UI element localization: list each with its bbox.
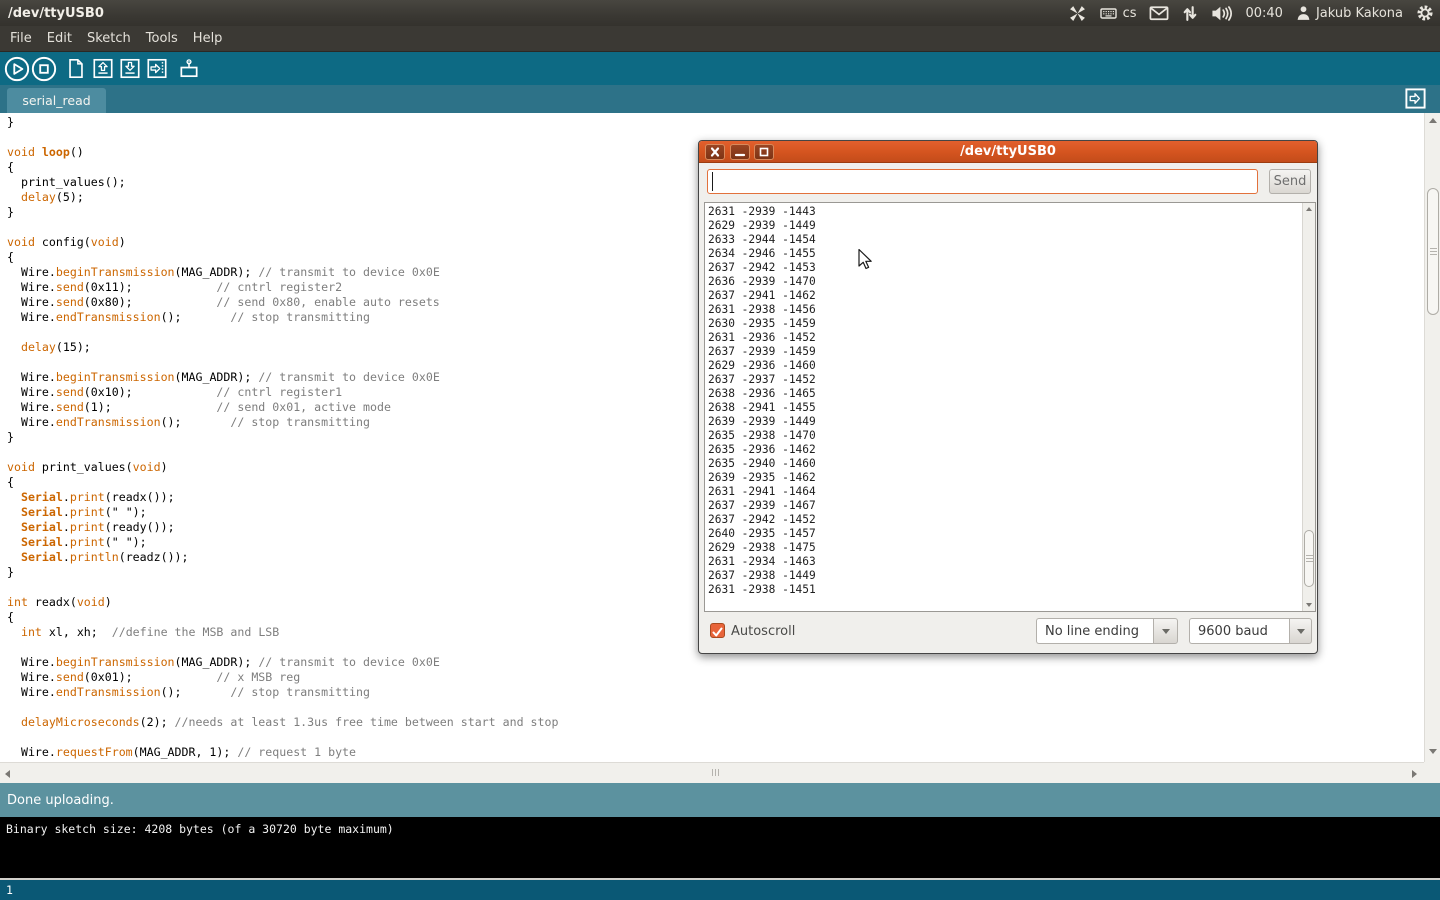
tab-label: serial_read: [22, 93, 90, 108]
arduino-ide-screen: /dev/ttyUSB0 cs: [0, 0, 1440, 900]
serial-scroll-thumb[interactable]: [1304, 530, 1314, 587]
close-button[interactable]: [705, 144, 725, 160]
mouse-cursor: [858, 249, 874, 274]
upload-button[interactable]: [146, 57, 168, 80]
serial-send-input[interactable]: [707, 169, 1258, 194]
sound-menu[interactable]: [1211, 5, 1232, 22]
chevron-down-icon: [1297, 629, 1305, 634]
scroll-down-icon[interactable]: [1429, 749, 1437, 754]
mail-icon: [1149, 5, 1169, 21]
volume-icon: [1211, 5, 1232, 22]
new-file-icon: [65, 57, 87, 80]
username: Jakub Kakona: [1316, 6, 1403, 21]
clock: 00:40: [1245, 6, 1282, 21]
serial-scroll-down-icon[interactable]: [1306, 603, 1312, 607]
scroll-left-icon[interactable]: [5, 770, 10, 778]
close-icon: [708, 146, 722, 158]
line-number-strip: 1: [0, 878, 1440, 900]
upload-right-arrow-icon: [146, 57, 168, 80]
scrollbar-corner: [1424, 762, 1440, 783]
serial-monitor-window: /dev/ttyUSB0 Send 2631 -2939 -14432629: [698, 140, 1318, 654]
menu-bar: File Edit Sketch Tools Help: [0, 26, 1440, 52]
save-sketch-button[interactable]: [119, 57, 141, 80]
user-icon: [1296, 5, 1311, 21]
chevron-down-icon: [1162, 629, 1170, 634]
sync-arrows-icon: [1182, 5, 1198, 22]
tab-menu-button[interactable]: [1404, 87, 1427, 110]
editor-vertical-scrollbar[interactable]: [1424, 113, 1440, 762]
menu-file[interactable]: File: [10, 31, 32, 46]
minimize-button[interactable]: [730, 144, 750, 160]
keyboard-icon: [1099, 5, 1118, 21]
save-down-arrow-icon: [119, 57, 141, 80]
build-console: Binary sketch size: 4208 bytes (of a 307…: [0, 817, 1440, 878]
send-button[interactable]: Send: [1269, 169, 1311, 194]
autoscroll-checkbox[interactable]: [710, 623, 725, 638]
scroll-right-icon[interactable]: [1412, 770, 1417, 778]
stop-button[interactable]: [31, 56, 57, 82]
line-number: 1: [6, 883, 13, 897]
menu-sketch[interactable]: Sketch: [87, 31, 131, 46]
serial-monitor-title: /dev/ttyUSB0: [699, 144, 1317, 159]
line-ending-value: No line ending: [1036, 618, 1153, 644]
clock-indicator[interactable]: 00:40: [1245, 6, 1282, 21]
serial-output-lines: 2631 -2939 -14432629 -2939 -14492633 -29…: [708, 205, 816, 597]
horizontal-scroll-thumb[interactable]: [712, 769, 721, 776]
user-menu[interactable]: Jakub Kakona: [1296, 5, 1403, 21]
serial-scrollbar[interactable]: [1302, 203, 1315, 611]
tab-arrow-icon: [1404, 87, 1427, 110]
new-sketch-button[interactable]: [65, 57, 87, 80]
maximize-button[interactable]: [754, 144, 774, 160]
session-menu[interactable]: [1416, 4, 1434, 22]
serial-monitor-button[interactable]: [177, 57, 201, 80]
text-caret: [712, 172, 713, 191]
autoscroll-label: Autoscroll: [731, 624, 795, 639]
stop-square-icon: [31, 56, 57, 82]
open-sketch-button[interactable]: [92, 57, 114, 80]
status-message: Done uploading.: [7, 793, 114, 808]
baud-rate-arrow-button[interactable]: [1289, 618, 1312, 644]
system-tray: cs: [1069, 0, 1434, 26]
editor-horizontal-scrollbar[interactable]: [0, 762, 1424, 783]
serial-output-area[interactable]: 2631 -2939 -14432629 -2939 -14492633 -29…: [704, 202, 1316, 612]
minimize-icon: [733, 146, 747, 158]
line-ending-dropdown[interactable]: No line ending: [1036, 618, 1178, 644]
menu-help[interactable]: Help: [193, 31, 223, 46]
baud-rate-dropdown[interactable]: 9600 baud: [1189, 618, 1312, 644]
open-up-arrow-icon: [92, 57, 114, 80]
menu-tools[interactable]: Tools: [146, 31, 178, 46]
tab-serial-read[interactable]: serial_read: [7, 88, 106, 113]
window-title: /dev/ttyUSB0: [8, 6, 104, 21]
tab-bar: serial_read: [0, 85, 1440, 113]
line-ending-arrow-button[interactable]: [1153, 618, 1178, 644]
desktop-top-panel: /dev/ttyUSB0 cs: [0, 0, 1440, 26]
serial-monitor-titlebar[interactable]: /dev/ttyUSB0: [699, 141, 1317, 163]
check-icon: [711, 626, 724, 639]
keyboard-layout-label: cs: [1123, 6, 1137, 21]
messaging-menu[interactable]: [1149, 5, 1169, 21]
network-sync-indicator[interactable]: [1182, 5, 1198, 22]
keyboard-layout-indicator[interactable]: cs: [1099, 5, 1137, 21]
ide-toolbar: [0, 52, 1440, 85]
scroll-up-icon[interactable]: [1429, 118, 1437, 123]
serial-scroll-up-icon[interactable]: [1306, 207, 1312, 211]
baud-rate-value: 9600 baud: [1189, 618, 1289, 644]
console-text: Binary sketch size: 4208 bytes (of a 307…: [6, 822, 394, 836]
serial-monitor-icon: [177, 57, 201, 80]
verify-play-icon: [4, 56, 30, 82]
status-bar: Done uploading.: [0, 783, 1440, 817]
tray-indicator-icon[interactable]: [1069, 5, 1086, 22]
vertical-scroll-thumb[interactable]: [1427, 188, 1439, 315]
menu-edit[interactable]: Edit: [47, 31, 72, 46]
verify-button[interactable]: [4, 56, 30, 82]
gear-icon: [1416, 4, 1434, 22]
maximize-icon: [757, 146, 771, 158]
